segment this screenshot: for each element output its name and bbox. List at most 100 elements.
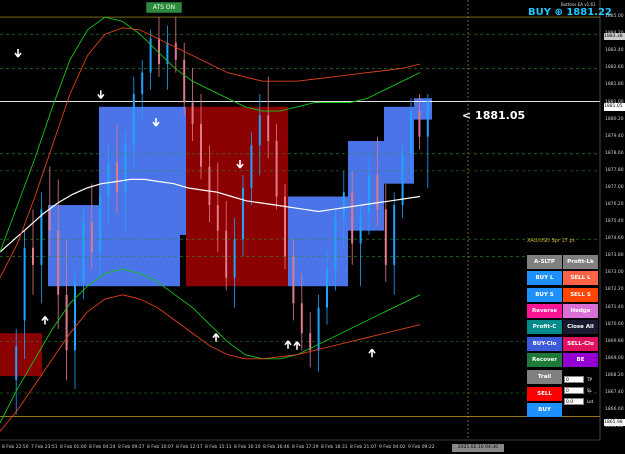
- price-tick-label: 1873.80: [605, 253, 624, 259]
- candle-body: [183, 59, 186, 103]
- candle-body: [359, 213, 362, 244]
- price-tick-label: 1878.60: [605, 150, 624, 156]
- time-tick-label: 8 Feb 09:27: [118, 445, 145, 450]
- candle-body: [216, 205, 219, 231]
- candle-body: [208, 166, 211, 206]
- lot-label: Lot: [587, 399, 594, 404]
- time-tick-label: 8 Feb 01:00: [60, 445, 87, 450]
- current-price-callout: < 1881.05: [462, 109, 526, 122]
- profit-c-button[interactable]: Profit-C: [527, 320, 562, 334]
- sell-s-button[interactable]: SELL S: [563, 288, 598, 302]
- buy-s-button[interactable]: BUY S: [527, 288, 562, 302]
- sell-zone: [0, 333, 42, 376]
- candle-body: [401, 153, 404, 206]
- a-sltp-button[interactable]: A-SLTP: [527, 255, 562, 269]
- time-tick-label: 7 Feb 23:51: [31, 445, 58, 450]
- candle-body: [368, 175, 370, 214]
- candle-body: [99, 196, 102, 253]
- price-tick-label: 1872.20: [605, 287, 624, 293]
- candle-body: [267, 115, 270, 141]
- sell-clo-button[interactable]: SELL-Clo: [563, 337, 598, 351]
- tp-label: TP: [587, 377, 592, 382]
- time-tick-label: 8 Feb 22:50: [2, 445, 29, 450]
- price-tick-label: 1865.80: [605, 424, 624, 430]
- candle-body: [191, 102, 194, 124]
- price-tick-label: 1869.80: [605, 338, 624, 344]
- buy-zone: [99, 106, 186, 235]
- candle-body: [116, 162, 118, 193]
- recover-button[interactable]: Recover: [527, 353, 562, 367]
- reverse-button[interactable]: Reverse: [527, 304, 562, 318]
- time-tick-label: 8 Feb 10:07: [147, 445, 174, 450]
- price-tick-label: 1877.00: [605, 184, 624, 190]
- candle-body: [292, 256, 295, 304]
- hedge-button[interactable]: Hedge: [563, 304, 598, 318]
- candle-body: [225, 230, 228, 278]
- candle-body: [82, 222, 85, 282]
- profit-lk-button[interactable]: Profit-Lk: [563, 255, 598, 269]
- sl-label: SL: [587, 388, 592, 393]
- price-tick-label: 1883.40: [605, 48, 624, 54]
- candle-body: [65, 294, 68, 351]
- price-tick-label: 1876.20: [605, 202, 624, 208]
- crosshair-date-tag: 2021.02.10 04:30: [452, 444, 504, 452]
- price-chart[interactable]: [0, 0, 625, 454]
- buy-l-button[interactable]: BUY L: [527, 271, 562, 285]
- price-tick-label: 1879.40: [605, 133, 624, 139]
- candle-body: [174, 42, 177, 60]
- candle-body: [275, 140, 278, 197]
- time-tick-label: 8 Feb 12:17: [176, 445, 203, 450]
- price-tick-label: 1873.00: [605, 270, 624, 276]
- candle-body: [141, 72, 144, 94]
- price-tick-label: 1868.20: [605, 372, 624, 378]
- price-tick-label: 1869.00: [605, 355, 624, 361]
- candle-body: [326, 269, 328, 308]
- candle-body: [393, 205, 396, 265]
- lot-input[interactable]: 0.0: [564, 398, 584, 405]
- candle-body: [15, 346, 18, 381]
- time-tick-label: 8 Feb 04:24: [89, 445, 116, 450]
- be-button[interactable]: BE: [563, 353, 598, 367]
- candle-body: [258, 115, 261, 146]
- time-tick-label: 8 Feb 21:07: [350, 445, 377, 450]
- candle-body: [384, 209, 387, 265]
- price-tick-label: 1867.40: [605, 390, 624, 395]
- close-all-button[interactable]: Close All: [563, 320, 598, 334]
- candle-body: [410, 111, 412, 154]
- candle-body: [48, 209, 51, 231]
- time-tick-label: 9 Feb 04:02: [379, 445, 406, 450]
- trail-button[interactable]: Trail: [527, 370, 562, 384]
- candle-body: [23, 247, 26, 321]
- price-tick-label: 1881.00: [605, 99, 624, 105]
- candle-body: [376, 175, 379, 210]
- candle-body: [300, 303, 303, 334]
- auto-trading-toggle[interactable]: ATS ON: [146, 2, 182, 13]
- candle-body: [334, 217, 337, 270]
- price-tick-label: 1885.80: [605, 0, 624, 2]
- price-tick-label: 1884.20: [605, 31, 624, 37]
- candle-body: [426, 101, 429, 137]
- sell-button[interactable]: SELL: [527, 387, 562, 401]
- buy-clo-button[interactable]: BUY-Clo: [527, 337, 562, 351]
- price-tick-label: 1885.00: [605, 14, 624, 20]
- candle-body: [124, 145, 127, 193]
- price-tick-label: 1870.60: [605, 321, 624, 327]
- sell-l-button[interactable]: SELL L: [563, 271, 598, 285]
- buy-zone: [384, 106, 414, 184]
- sl-input[interactable]: 0: [564, 387, 584, 394]
- price-tick-label: 1877.80: [605, 167, 624, 173]
- candle-body: [107, 162, 110, 197]
- buy-zone: [288, 196, 348, 287]
- candle-body: [200, 123, 202, 167]
- candle-body: [242, 187, 244, 240]
- candle-body: [250, 145, 253, 188]
- price-tick-label: 1875.40: [605, 219, 624, 225]
- candle-body: [233, 239, 236, 278]
- price-tick-label: 1880.20: [605, 116, 624, 122]
- time-tick-label: 8 Feb 16:10: [234, 445, 261, 450]
- buy-button[interactable]: BUY: [527, 403, 562, 417]
- price-tick-label: 1871.40: [605, 304, 624, 310]
- tp-input[interactable]: 0: [564, 376, 584, 383]
- time-tick-label: 8 Feb 18:31: [321, 445, 348, 450]
- time-tick-label: 8 Feb 15:11: [205, 445, 232, 450]
